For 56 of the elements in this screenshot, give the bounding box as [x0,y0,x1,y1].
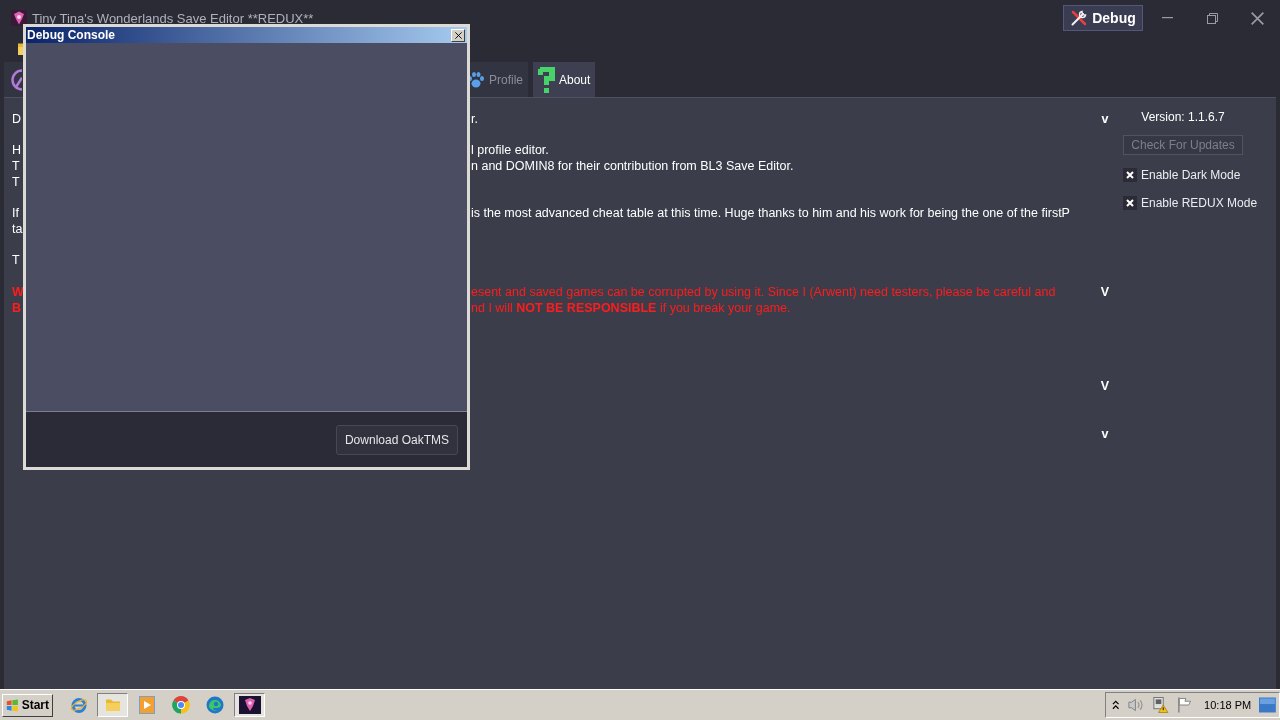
about-text: nd I will NOT BE RESPONSIBLE if you break your game. [471,300,791,316]
window-title: Tiny Tina's Wonderlands Save Editor **REDUX** [32,10,314,26]
browser-icon[interactable] [172,696,190,714]
taskbar-button[interactable] [234,693,265,717]
debug-button[interactable]: Debug [1063,5,1143,31]
network-warning-icon[interactable] [1152,696,1170,714]
app-icon [238,696,261,714]
flag-icon[interactable] [1177,696,1193,714]
checkbox[interactable] [1123,168,1137,182]
about-text: T [12,158,20,174]
paw-icon [467,70,485,89]
question-mark-icon [538,66,555,93]
speaker-icon[interactable] [1127,697,1145,713]
version-label: Version: 1.1.6.7 [1141,109,1225,125]
x-mark-icon [1126,171,1134,179]
about-text: r. [471,111,478,127]
about-text: esent and saved games can be corrupted by using it. Since I (Arwent) need testers, please be careful and [471,284,1056,300]
checkbox-label: Enable Dark Mode [1141,168,1241,182]
x-mark-icon [1126,199,1134,207]
close-icon [454,31,462,39]
close-icon [1251,11,1264,25]
tab[interactable]: About [533,62,596,97]
circle-slash-icon [10,68,22,91]
about-text: If [12,205,19,221]
about-text: T [12,174,20,190]
about-text: ta [12,221,23,237]
app-logo-icon [11,10,27,26]
dialog-title: Debug Console [27,28,115,42]
chevron-up-icon[interactable] [1112,700,1120,710]
dialog-close-button[interactable] [451,28,465,42]
browser-icon[interactable] [206,696,224,714]
collapse-toggle[interactable]: V [1097,378,1113,394]
collapse-toggle[interactable]: v [1097,426,1113,442]
restore-icon [1207,12,1218,24]
about-text: T [12,252,20,268]
folder-icon [104,697,121,713]
media-player-icon[interactable] [139,696,155,714]
about-text: n and DOMIN8 for their contribution from BL3 Save Editor. [471,158,794,174]
collapse-toggle[interactable]: v [1097,111,1113,127]
download-button[interactable]: Download OakTMS [335,424,458,455]
about-text: is the most advanced cheat table at this time. Huge thanks to him and his work for being the one of the firstP [471,205,1070,221]
about-text: H [12,142,22,158]
about-text: l profile editor. [471,142,549,158]
windows-flag-icon [6,697,19,713]
about-text: W [12,284,24,300]
collapse-toggle[interactable]: V [1097,284,1113,300]
tools-icon [1070,9,1089,27]
about-text: B [12,300,22,316]
minimize-icon [1162,17,1173,19]
about-text: D [12,111,22,127]
tab[interactable] [4,62,23,97]
checkbox-label: Enable REDUX Mode [1141,196,1258,210]
start-button[interactable]: Start [2,693,53,717]
clock: 10:18 PM [1204,699,1252,711]
browser-icon[interactable] [70,696,88,714]
checkbox[interactable] [1123,196,1137,210]
